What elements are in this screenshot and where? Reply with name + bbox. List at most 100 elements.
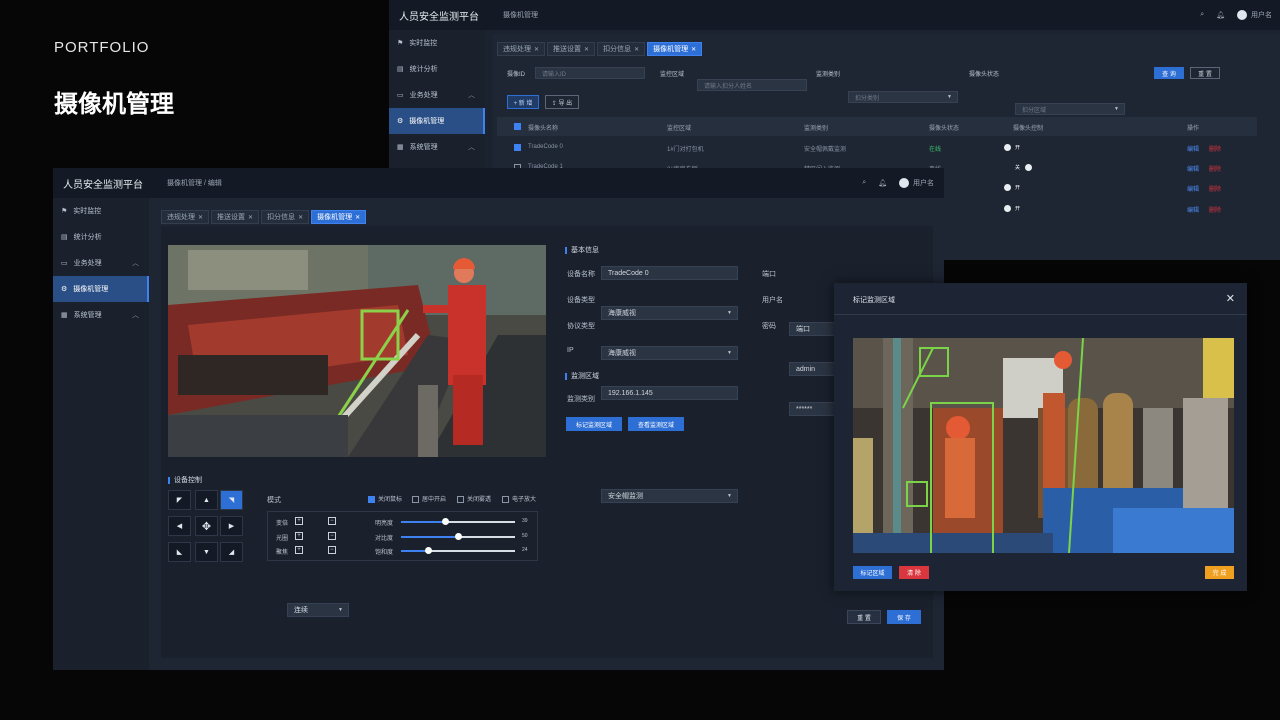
save-button[interactable]: 保 存	[887, 610, 921, 624]
protocol-select[interactable]: 海康威视 ▼	[601, 346, 738, 360]
check-fog[interactable]: 关闭雾透	[457, 494, 491, 503]
ptz-up-button[interactable]: ▲	[195, 490, 218, 510]
close-icon[interactable]: ✕	[298, 214, 303, 221]
delete-link[interactable]: 删除	[1209, 144, 1221, 153]
close-icon[interactable]: ✕	[534, 46, 539, 53]
tab-violation[interactable]: 违规处理 ✕	[161, 210, 210, 224]
checkbox[interactable]	[457, 495, 464, 503]
ptz-right-button[interactable]: ▶	[220, 516, 243, 536]
brightness-slider[interactable]	[401, 518, 515, 525]
check-close-mouse[interactable]: 关闭鼠标	[368, 494, 402, 503]
camera-preview	[168, 245, 546, 457]
checkbox[interactable]	[502, 495, 509, 503]
minus-icon[interactable]: −	[328, 517, 336, 525]
ptz-up-left-button[interactable]: ◤	[168, 490, 191, 510]
device-type-select[interactable]: 海康威视 ▼	[601, 306, 738, 320]
sidebar-item-realtime[interactable]: ⚑ 实时监控	[389, 30, 485, 56]
plus-icon[interactable]: +	[295, 546, 303, 554]
reset-button[interactable]: 重 置	[1190, 67, 1220, 79]
filter-type-select[interactable]: 扣分类别 ▼	[848, 91, 958, 103]
tab-camera[interactable]: 摄像机管理 ✕	[647, 42, 703, 56]
reset-button[interactable]: 重 置	[847, 610, 881, 624]
search-icon[interactable]: ⌕	[1200, 11, 1204, 19]
mode-select[interactable]: 连续 ▼	[287, 603, 349, 617]
view-area-button[interactable]: 查看监测区域	[628, 417, 684, 431]
bell-icon[interactable]: 🔔︎	[878, 179, 887, 187]
ptz-left-button[interactable]: ◀	[168, 516, 191, 536]
sidebar-item-realtime[interactable]: ⚑ 实时监控	[53, 198, 149, 224]
ptz-up-right-button[interactable]: ◥	[220, 490, 243, 510]
user-menu[interactable]: 用户名	[1237, 10, 1272, 21]
delete-link[interactable]: 删除	[1209, 205, 1221, 214]
ip-input[interactable]: 192.166.1.145	[601, 386, 738, 400]
ptz-down-right-button[interactable]: ◢	[220, 542, 243, 562]
filter-area-input[interactable]: 请输入扣分人姓名	[697, 79, 807, 91]
close-icon[interactable]: ✕	[248, 214, 253, 221]
slider-knob[interactable]	[442, 518, 449, 525]
export-button[interactable]: ⇪ 导 出	[545, 95, 579, 109]
ptz-down-left-button[interactable]: ◣	[168, 542, 191, 562]
tab-deduct[interactable]: 扣分信息 ✕	[597, 42, 646, 56]
bell-icon[interactable]: 🔔︎	[1216, 11, 1225, 19]
check-zoom[interactable]: 电子放大	[502, 494, 536, 503]
done-button[interactable]: 完 成	[1205, 566, 1234, 579]
slider-knob[interactable]	[455, 533, 462, 540]
add-button[interactable]: + 新 增	[507, 95, 539, 109]
sidebar-item-stats[interactable]: ▤ 统计分析	[389, 56, 485, 82]
device-name-input[interactable]: TradeCode 0	[601, 266, 738, 280]
tab-push[interactable]: 推送设置 ✕	[547, 42, 596, 56]
delete-link[interactable]: 删除	[1209, 164, 1221, 173]
tab-camera[interactable]: 摄像机管理 ✕	[311, 210, 367, 224]
monitor-type-select[interactable]: 安全帽监测 ▼	[601, 489, 738, 503]
contrast-slider[interactable]	[401, 533, 515, 540]
close-icon[interactable]: ✕	[691, 46, 696, 53]
select-all-checkbox[interactable]	[514, 123, 521, 130]
sidebar-item-system[interactable]: ▦ 系统管理 ︿	[53, 302, 149, 328]
search-button[interactable]: 查 询	[1154, 67, 1184, 79]
sidebar-item-business[interactable]: ▭ 业务处理 ︿	[389, 82, 485, 108]
sidebar-item-stats[interactable]: ▤ 统计分析	[53, 224, 149, 250]
modal-frame-image[interactable]	[853, 338, 1234, 553]
filter-status-select[interactable]: 扣分区域 ▼	[1015, 103, 1125, 115]
arrow-left-icon: ◀	[176, 523, 183, 530]
row-checkbox[interactable]	[514, 144, 521, 151]
search-icon[interactable]: ⌕	[862, 179, 866, 187]
tab-push[interactable]: 推送设置 ✕	[211, 210, 260, 224]
mark-area-button[interactable]: 标记监测区域	[566, 417, 622, 431]
edit-link[interactable]: 编辑	[1187, 144, 1199, 153]
table-row[interactable]: TradeCode 0 1#门对打包机 安全帽佩戴监测 在线 开 编辑 删除	[497, 138, 1257, 158]
user-menu[interactable]: 用户名	[899, 178, 934, 189]
close-icon[interactable]: ✕	[634, 46, 639, 53]
tab-deduct[interactable]: 扣分信息 ✕	[261, 210, 310, 224]
clear-button[interactable]: 清 除	[899, 566, 929, 579]
edit-link[interactable]: 编辑	[1187, 205, 1199, 214]
close-icon[interactable]: ✕	[584, 46, 589, 53]
minus-icon[interactable]: −	[328, 532, 336, 540]
saturation-slider[interactable]	[401, 547, 515, 554]
edit-link[interactable]: 编辑	[1187, 184, 1199, 193]
close-icon[interactable]: ✕	[355, 214, 360, 221]
ptz-down-button[interactable]: ▼	[195, 542, 218, 562]
column-header: 摄像头状态	[929, 126, 960, 132]
sidebar-item-system[interactable]: ▦ 系统管理 ︿	[389, 134, 485, 160]
sidebar-item-camera[interactable]: ⚙ 摄像机管理	[389, 108, 485, 134]
modal-divider	[834, 314, 1247, 315]
edit-link[interactable]: 编辑	[1187, 164, 1199, 173]
close-icon[interactable]: ✕	[198, 214, 203, 221]
slider-knob[interactable]	[425, 547, 432, 554]
mark-region-button[interactable]: 标记区域	[853, 566, 892, 579]
folder-icon: ▭	[61, 260, 68, 267]
plus-icon[interactable]: +	[295, 517, 303, 525]
close-icon[interactable]: ✕	[1226, 292, 1235, 305]
check-center[interactable]: 居中开启	[412, 494, 446, 503]
ptz-center-button[interactable]: ✥	[195, 516, 218, 536]
plus-icon[interactable]: +	[295, 532, 303, 540]
checkbox[interactable]	[412, 495, 419, 503]
minus-icon[interactable]: −	[328, 546, 336, 554]
checkbox[interactable]	[368, 495, 375, 503]
filter-id-input[interactable]: 请输入ID	[535, 67, 645, 79]
sidebar-item-business[interactable]: ▭ 业务处理 ︿	[53, 250, 149, 276]
sidebar-item-camera[interactable]: ⚙ 摄像机管理	[53, 276, 149, 302]
delete-link[interactable]: 删除	[1209, 184, 1221, 193]
tab-violation[interactable]: 违规处理 ✕	[497, 42, 546, 56]
